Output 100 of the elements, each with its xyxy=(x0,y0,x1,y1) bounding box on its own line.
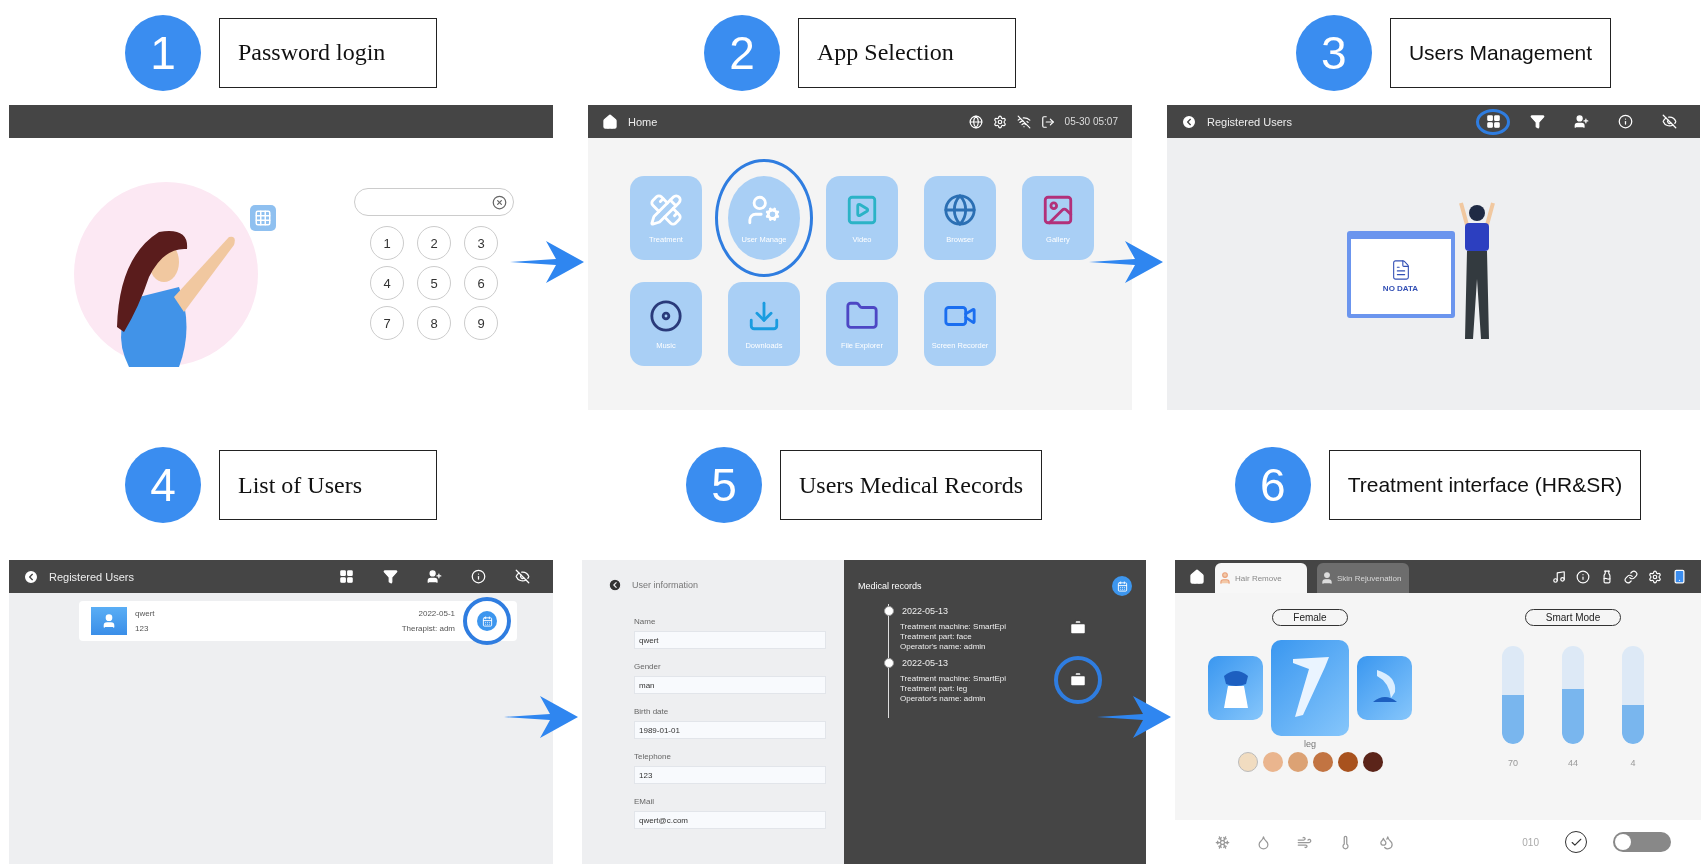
snowflake-icon[interactable] xyxy=(1215,834,1230,850)
screen-title: Home xyxy=(628,115,658,128)
records-button[interactable] xyxy=(463,597,511,645)
step-number: 4 xyxy=(125,447,201,523)
open-record-button[interactable] xyxy=(1054,656,1102,704)
briefcase-icon xyxy=(1069,671,1087,689)
record-detail: Treatment part: face xyxy=(900,631,973,641)
person-icon xyxy=(1218,571,1232,585)
step-number: 2 xyxy=(704,14,780,91)
counter: 010 xyxy=(1522,836,1539,848)
screen-title: Registered Users xyxy=(1207,115,1292,128)
toggle-switch[interactable] xyxy=(1613,832,1671,852)
field-label: Telephone xyxy=(634,752,671,761)
droplets-icon[interactable] xyxy=(1379,834,1394,850)
record-detail: Treatment machine: SmartEpi xyxy=(900,621,1007,631)
input-field[interactable]: man xyxy=(634,676,826,694)
back-icon[interactable] xyxy=(1181,113,1197,130)
gauge-reading: 4 xyxy=(1630,758,1636,768)
keypad-key[interactable]: 9 xyxy=(464,306,498,340)
record-date: 2022-05-13 xyxy=(902,605,949,616)
step-number: 1 xyxy=(125,14,201,91)
wifi-off-icon[interactable] xyxy=(1016,114,1031,129)
field-label: Name xyxy=(634,617,656,626)
mode-tab[interactable]: Skin Rejuvenation xyxy=(1317,563,1409,593)
input-field[interactable]: 1989-01-01 xyxy=(634,721,826,739)
step-number: 3 xyxy=(1295,14,1372,91)
record-date: 2022-05-13 xyxy=(902,657,949,668)
droplet-icon[interactable] xyxy=(1256,834,1271,850)
keypad-key[interactable]: 2 xyxy=(417,226,451,260)
record-detail: Treatment part: leg xyxy=(900,683,969,693)
mode-tab[interactable]: Hair Remove xyxy=(1215,563,1307,593)
keypad-key[interactable]: 4 xyxy=(370,266,404,300)
phone-icon[interactable] xyxy=(1672,569,1687,584)
info-icon[interactable] xyxy=(1576,569,1590,584)
tools-icon xyxy=(649,192,683,227)
keypad-key[interactable]: 8 xyxy=(417,306,451,340)
step-title: Treatment interface (HR&SR) xyxy=(1328,450,1642,520)
field-label: EMail xyxy=(634,797,654,806)
field-label: Gender xyxy=(634,662,661,671)
wind-icon[interactable] xyxy=(1297,834,1312,850)
panel-title: User information xyxy=(632,580,699,590)
gauge-reading: 70 xyxy=(1508,758,1518,768)
settings-icon[interactable] xyxy=(1648,569,1662,584)
user-date: 2022-05-1 xyxy=(418,609,455,618)
step-number: 5 xyxy=(686,447,763,523)
step-title: Users Management xyxy=(1389,17,1612,88)
skin-tone-swatch[interactable] xyxy=(1312,752,1333,772)
calendar-icon[interactable] xyxy=(1112,576,1132,596)
skin-tone-swatch[interactable] xyxy=(1262,752,1283,772)
clock-time: 05-30 05:07 xyxy=(1064,116,1118,127)
empty-message: NO DATA xyxy=(1382,284,1419,293)
keypad-key[interactable]: 1 xyxy=(370,226,404,260)
music-icon[interactable] xyxy=(1552,569,1566,584)
keypad-key[interactable]: 5 xyxy=(417,266,451,300)
step-title: App Selection xyxy=(798,17,1016,88)
clear-icon[interactable] xyxy=(492,194,507,210)
gauge-reading: 44 xyxy=(1568,758,1578,768)
panel-title: Medical records xyxy=(858,581,922,591)
timeline-dot xyxy=(884,657,894,668)
avatar-icon xyxy=(91,607,127,635)
skin-tone-swatch[interactable] xyxy=(1237,752,1258,772)
user-name: qwert xyxy=(135,609,155,618)
link-icon[interactable] xyxy=(1624,569,1638,584)
home-icon[interactable] xyxy=(1189,568,1205,585)
step-title: List of Users xyxy=(219,450,437,520)
record-detail: Operator's name: admin xyxy=(900,693,987,703)
keypad-key[interactable]: 3 xyxy=(464,226,498,260)
skin-tone-swatch[interactable] xyxy=(1337,752,1358,772)
user-code: 123 xyxy=(135,624,149,633)
input-field[interactable]: qwert@c.com xyxy=(634,811,826,829)
input-field[interactable]: 123 xyxy=(634,766,826,784)
keypad-key[interactable]: 6 xyxy=(464,266,498,300)
skin-tone-swatch[interactable] xyxy=(1287,752,1308,772)
briefcase-icon xyxy=(1069,619,1087,637)
bottle-icon[interactable] xyxy=(1600,569,1614,584)
field-label: Birth date xyxy=(634,707,669,716)
logout-icon[interactable] xyxy=(1040,114,1055,129)
record-detail: Treatment machine: SmartEpi xyxy=(900,673,1007,683)
skin-tone-swatch[interactable] xyxy=(1362,752,1383,772)
timeline-dot xyxy=(884,605,894,616)
body-part-button[interactable] xyxy=(1271,640,1349,736)
body-part-label: leg xyxy=(1304,739,1316,749)
input-field[interactable]: qwert xyxy=(634,631,826,649)
home-icon[interactable] xyxy=(602,113,618,130)
step-title: Password login xyxy=(219,17,437,88)
step-title: Users Medical Records xyxy=(780,450,1042,520)
person-icon xyxy=(1320,571,1334,585)
settings-icon[interactable] xyxy=(992,114,1007,129)
user-operator: Therapist: adm xyxy=(401,624,455,633)
grid-icon[interactable] xyxy=(1476,108,1510,135)
step-number: 6 xyxy=(1234,447,1311,523)
body-part-button[interactable] xyxy=(1208,656,1263,720)
screen-title: Registered Users xyxy=(49,570,134,583)
globe-icon[interactable] xyxy=(968,114,983,129)
back-icon[interactable] xyxy=(23,568,39,585)
keypad-key[interactable]: 7 xyxy=(370,306,404,340)
calendar-icon xyxy=(477,611,497,631)
keypad-icon xyxy=(250,204,276,231)
globe-icon xyxy=(943,192,977,227)
body-part-button[interactable] xyxy=(1357,656,1412,720)
